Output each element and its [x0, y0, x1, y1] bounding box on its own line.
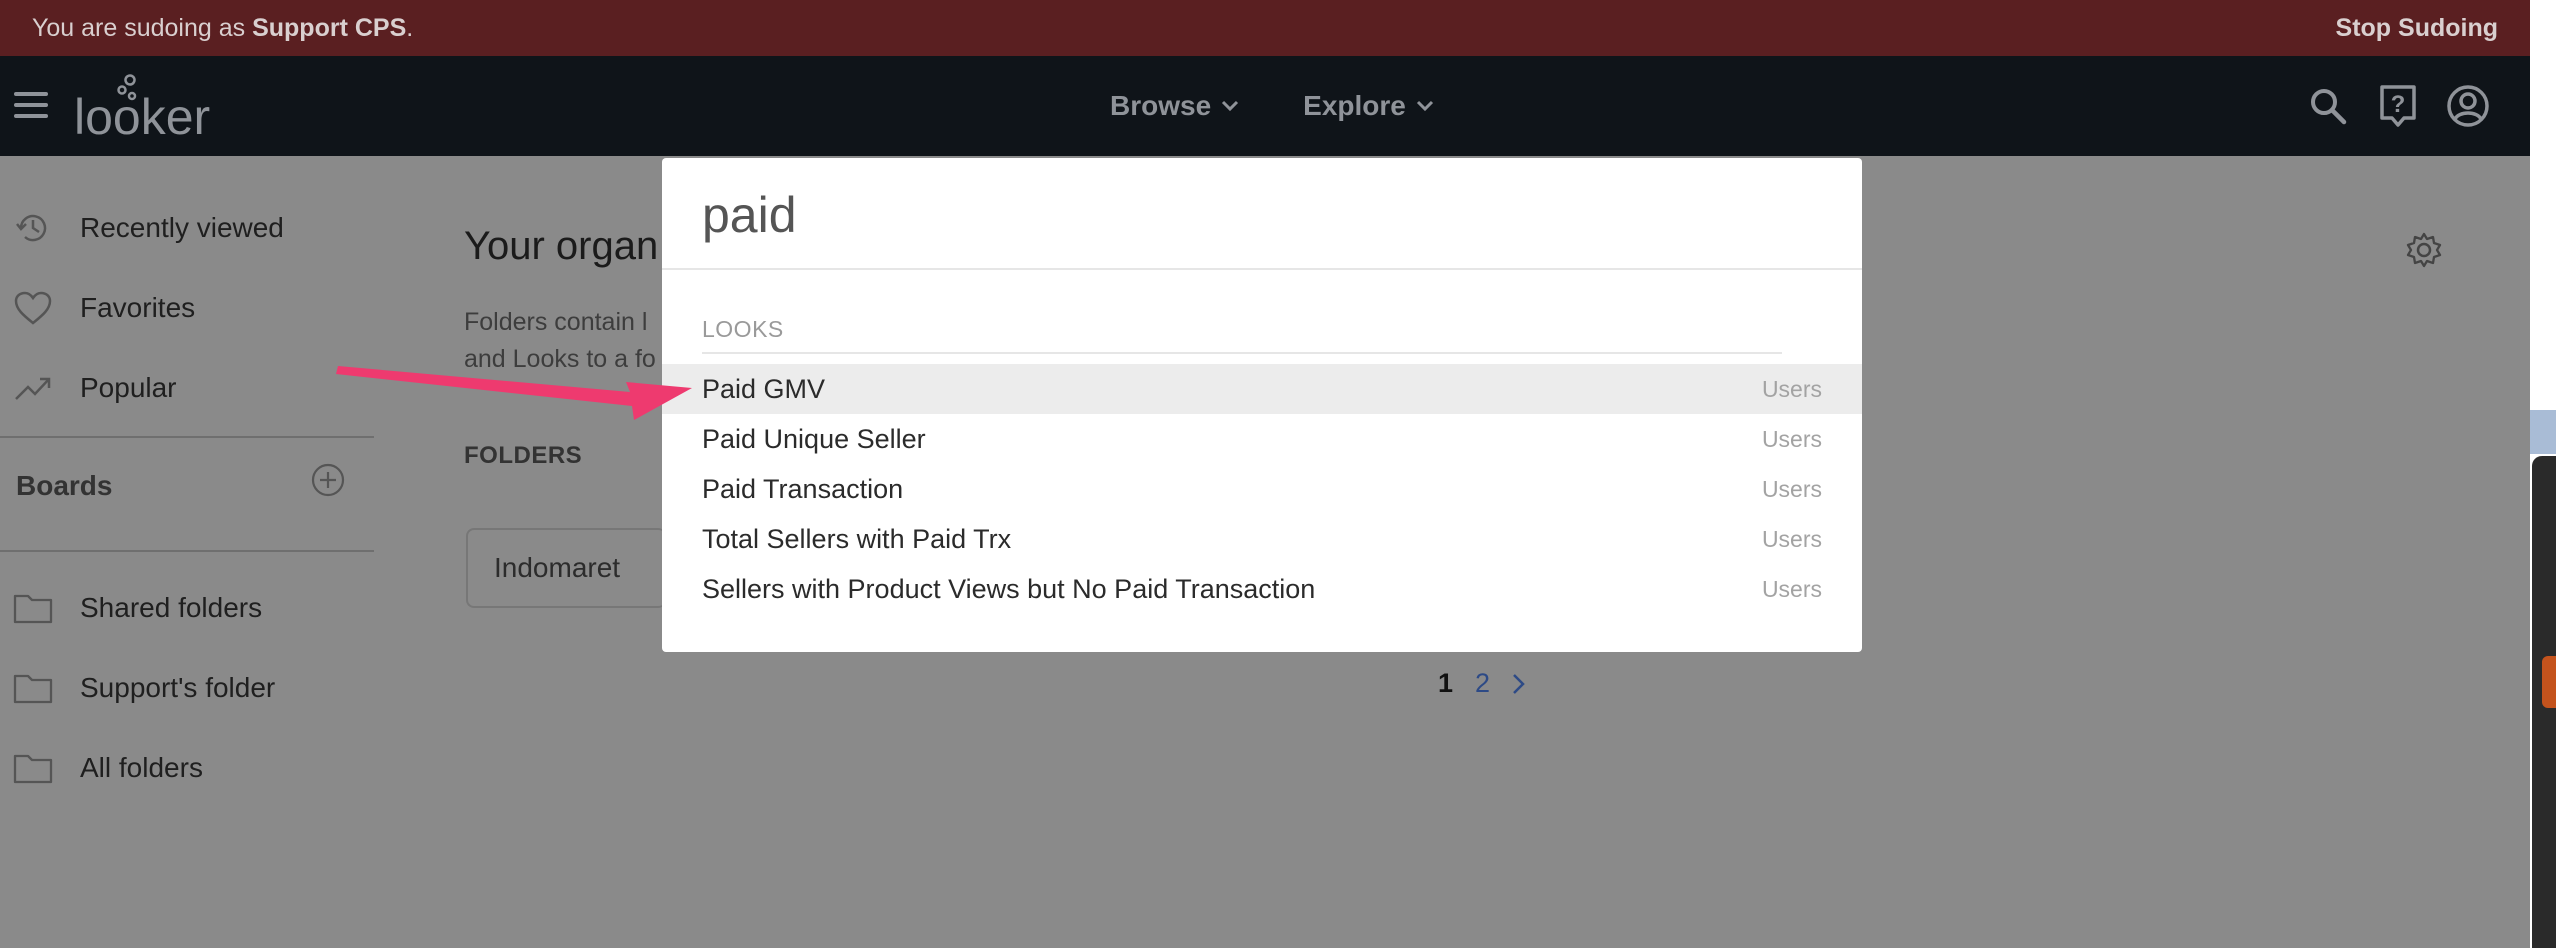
- result-title: Paid Unique Seller: [702, 423, 926, 454]
- result-category: Users: [1761, 375, 1822, 402]
- sidebar-item-label: Popular: [80, 372, 177, 403]
- browse-label: Browse: [1110, 90, 1212, 121]
- sudo-suffix: .: [406, 13, 414, 42]
- browse-menu[interactable]: Browse: [1110, 90, 1239, 122]
- sidebar-item-popular[interactable]: Popular: [10, 358, 177, 418]
- sidebar: Recently viewed Favorites Popular Boards…: [0, 156, 374, 948]
- page-link[interactable]: 2: [1475, 668, 1490, 699]
- top-navigation: looker Browse Explore ?: [0, 56, 2530, 156]
- history-icon: [10, 209, 56, 247]
- result-title: Total Sellers with Paid Trx: [702, 523, 1012, 554]
- sudo-banner: You are sudoing as Support CPS. Stop Sud…: [0, 0, 2530, 56]
- search-result-paid-unique-seller[interactable]: Paid Unique Seller Users: [662, 414, 1862, 464]
- sidebar-divider: [0, 436, 374, 438]
- sidebar-item-shared-folders[interactable]: Shared folders: [10, 578, 262, 638]
- trending-up-icon: [10, 373, 56, 403]
- result-title: Paid Transaction: [702, 473, 904, 504]
- sidebar-item-label: All folders: [80, 752, 203, 783]
- sidebar-item-label: Support's folder: [80, 672, 276, 703]
- svg-text:?: ?: [2391, 91, 2406, 118]
- search-result-total-sellers-paid-trx[interactable]: Total Sellers with Paid Trx Users: [662, 514, 1862, 564]
- search-icon[interactable]: [2306, 84, 2350, 128]
- sidebar-item-label: Recently viewed: [80, 212, 284, 243]
- boards-heading: Boards: [16, 470, 113, 501]
- section-divider: [702, 352, 1782, 354]
- svg-text:looker: looker: [74, 89, 210, 142]
- sudo-prefix: You are sudoing as: [32, 13, 246, 42]
- folder-icon: [10, 752, 56, 784]
- stop-sudoing-link[interactable]: Stop Sudoing: [2336, 14, 2498, 43]
- results-section-heading: LOOKS: [702, 316, 784, 342]
- explore-menu[interactable]: Explore: [1303, 90, 1434, 122]
- current-page: 1: [1438, 668, 1454, 698]
- pagination: 1 2: [1438, 668, 1526, 699]
- search-results: Paid GMV Users Paid Unique Seller Users …: [662, 364, 1862, 614]
- annotation-arrow: [336, 366, 692, 420]
- looker-logo[interactable]: looker: [74, 70, 234, 142]
- sidebar-item-recently-viewed[interactable]: Recently viewed: [10, 198, 284, 258]
- nav-menu: Browse Explore: [1110, 56, 1434, 156]
- account-icon[interactable]: [2446, 84, 2490, 128]
- help-icon[interactable]: ?: [2376, 84, 2420, 128]
- sidebar-item-support-folder[interactable]: Support's folder: [10, 658, 275, 718]
- adjacent-window-edge: [2530, 0, 2556, 948]
- page-title: Your organ: [464, 224, 659, 268]
- hamburger-menu-icon[interactable]: [14, 92, 48, 120]
- sidebar-item-label: Favorites: [80, 292, 196, 323]
- sudo-user: Support CPS: [252, 13, 407, 42]
- folder-card-indomaret[interactable]: Indomaret: [466, 528, 666, 608]
- result-title: Paid GMV: [702, 373, 826, 404]
- folder-icon: [10, 672, 56, 704]
- search-input[interactable]: [702, 180, 1822, 250]
- search-divider: [662, 268, 1862, 270]
- folder-icon: [10, 592, 56, 624]
- nav-right-icons: ?: [2306, 56, 2490, 156]
- result-title: Sellers with Product Views but No Paid T…: [702, 573, 1316, 604]
- sidebar-item-favorites[interactable]: Favorites: [10, 278, 195, 338]
- gear-icon[interactable]: [2404, 230, 2444, 275]
- heart-icon: [10, 290, 56, 326]
- chevron-right-icon[interactable]: [1512, 673, 1526, 695]
- description-line: Folders contain l: [464, 308, 648, 336]
- explore-label: Explore: [1303, 90, 1406, 121]
- sidebar-divider: [0, 550, 374, 552]
- result-category: Users: [1761, 575, 1822, 602]
- result-category: Users: [1761, 525, 1822, 552]
- search-result-paid-transaction[interactable]: Paid Transaction Users: [662, 464, 1862, 514]
- sidebar-item-all-folders[interactable]: All folders: [10, 738, 203, 798]
- search-result-sellers-product-views[interactable]: Sellers with Product Views but No Paid T…: [662, 564, 1862, 614]
- search-dropdown: LOOKS Paid GMV Users Paid Unique Seller …: [662, 158, 1862, 652]
- chevron-down-icon: [1222, 100, 1239, 112]
- result-category: Users: [1761, 425, 1822, 452]
- result-category: Users: [1761, 475, 1822, 502]
- add-board-icon[interactable]: [310, 462, 346, 503]
- chevron-down-icon: [1416, 100, 1433, 112]
- sidebar-item-label: Shared folders: [80, 592, 263, 623]
- search-result-paid-gmv[interactable]: Paid GMV Users: [662, 364, 1862, 414]
